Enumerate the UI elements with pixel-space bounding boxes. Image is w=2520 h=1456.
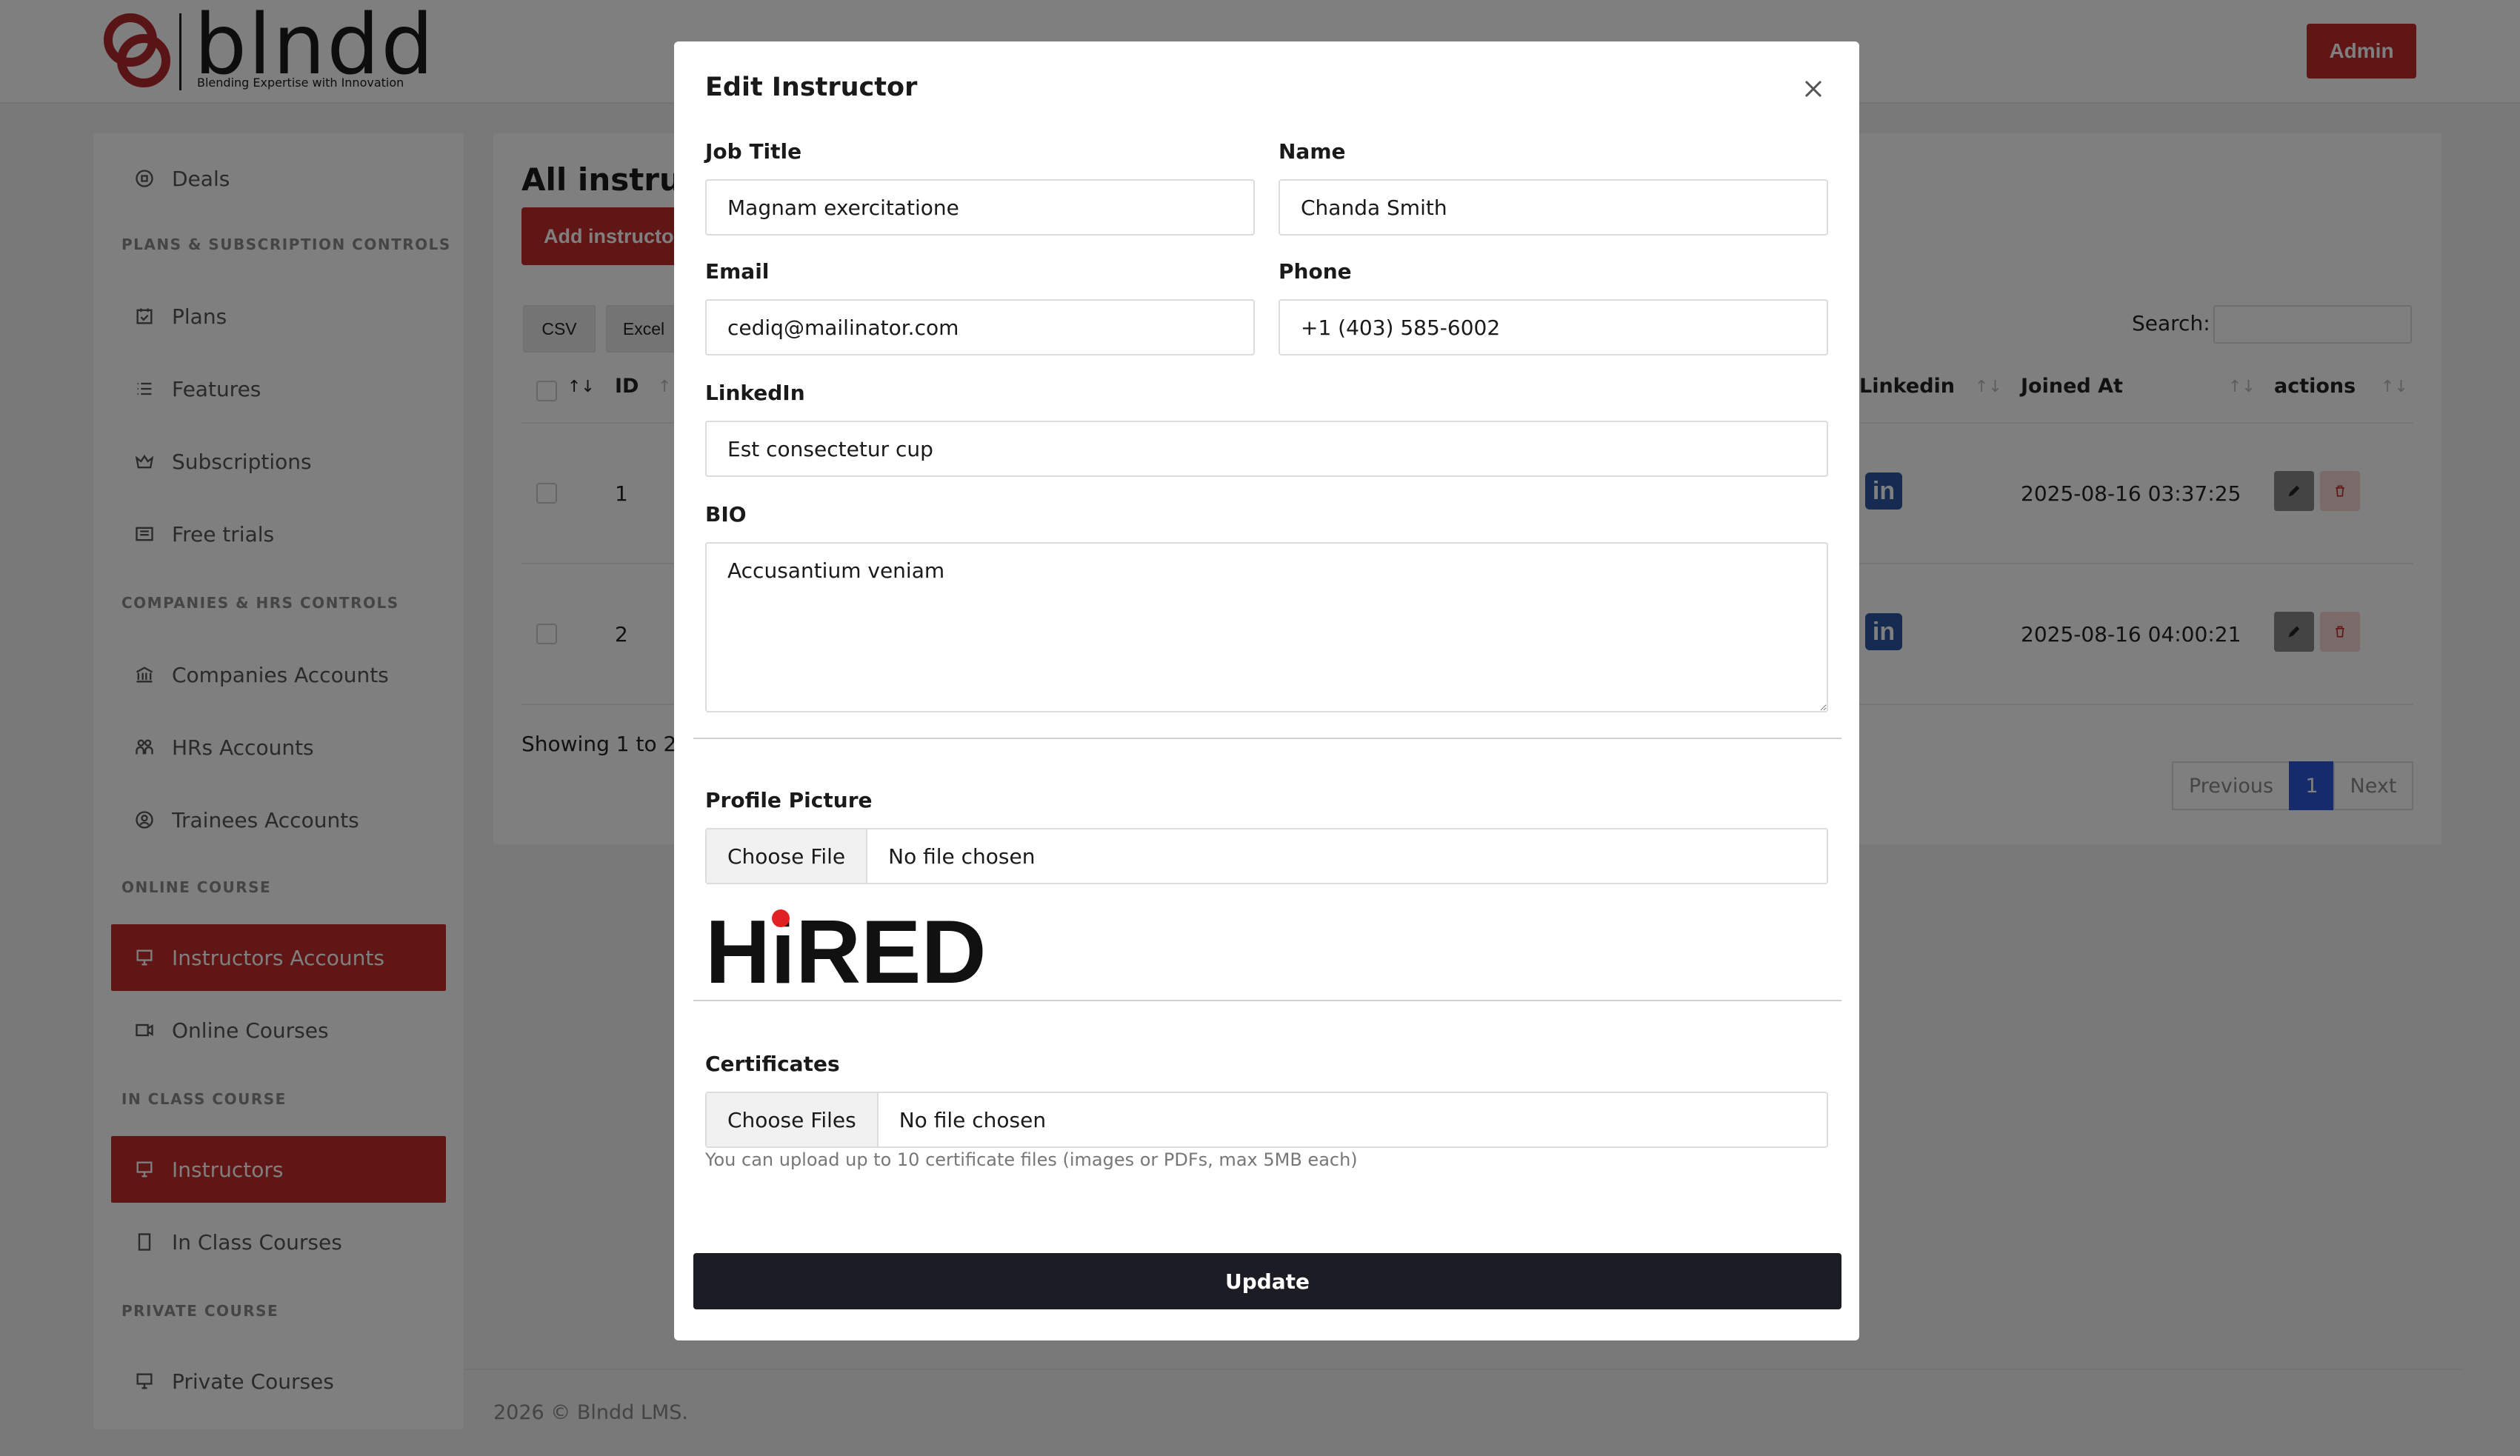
phone-label: Phone [1279, 259, 1352, 284]
job-title-label: Job Title [705, 139, 802, 164]
certificates-input[interactable]: Choose Files No file chosen [705, 1092, 1828, 1148]
email-label: Email [705, 259, 770, 284]
bio-textarea[interactable]: Accusantium veniam [705, 542, 1828, 712]
linkedin-input[interactable] [705, 421, 1828, 477]
file-status: No file chosen [899, 1107, 1047, 1132]
email-input[interactable] [705, 299, 1255, 355]
close-button[interactable] [1799, 74, 1828, 104]
phone-input[interactable] [1279, 299, 1828, 355]
name-input[interactable] [1279, 179, 1828, 236]
certificates-hint: You can upload up to 10 certificate file… [705, 1149, 1358, 1170]
file-status: No file chosen [888, 844, 1036, 869]
linkedin-label: LinkedIn [705, 381, 805, 405]
close-icon [1804, 80, 1822, 98]
bio-label: BIO [705, 502, 747, 527]
profile-picture-preview: HiRED [705, 901, 987, 1002]
section-divider [693, 1000, 1841, 1001]
choose-files-button[interactable]: Choose Files [707, 1093, 879, 1146]
modal-title: Edit Instructor [705, 73, 918, 102]
name-label: Name [1279, 139, 1346, 164]
job-title-input[interactable] [705, 179, 1255, 236]
profile-picture-input[interactable]: Choose File No file chosen [705, 828, 1828, 884]
edit-instructor-modal: Edit Instructor Job Title Name Email Pho… [674, 41, 1859, 1340]
section-divider [693, 738, 1841, 739]
update-button[interactable]: Update [693, 1253, 1841, 1309]
profile-picture-label: Profile Picture [705, 788, 873, 812]
certificates-label: Certificates [705, 1052, 840, 1076]
logo-dot [772, 909, 790, 927]
choose-file-button[interactable]: Choose File [707, 829, 868, 883]
